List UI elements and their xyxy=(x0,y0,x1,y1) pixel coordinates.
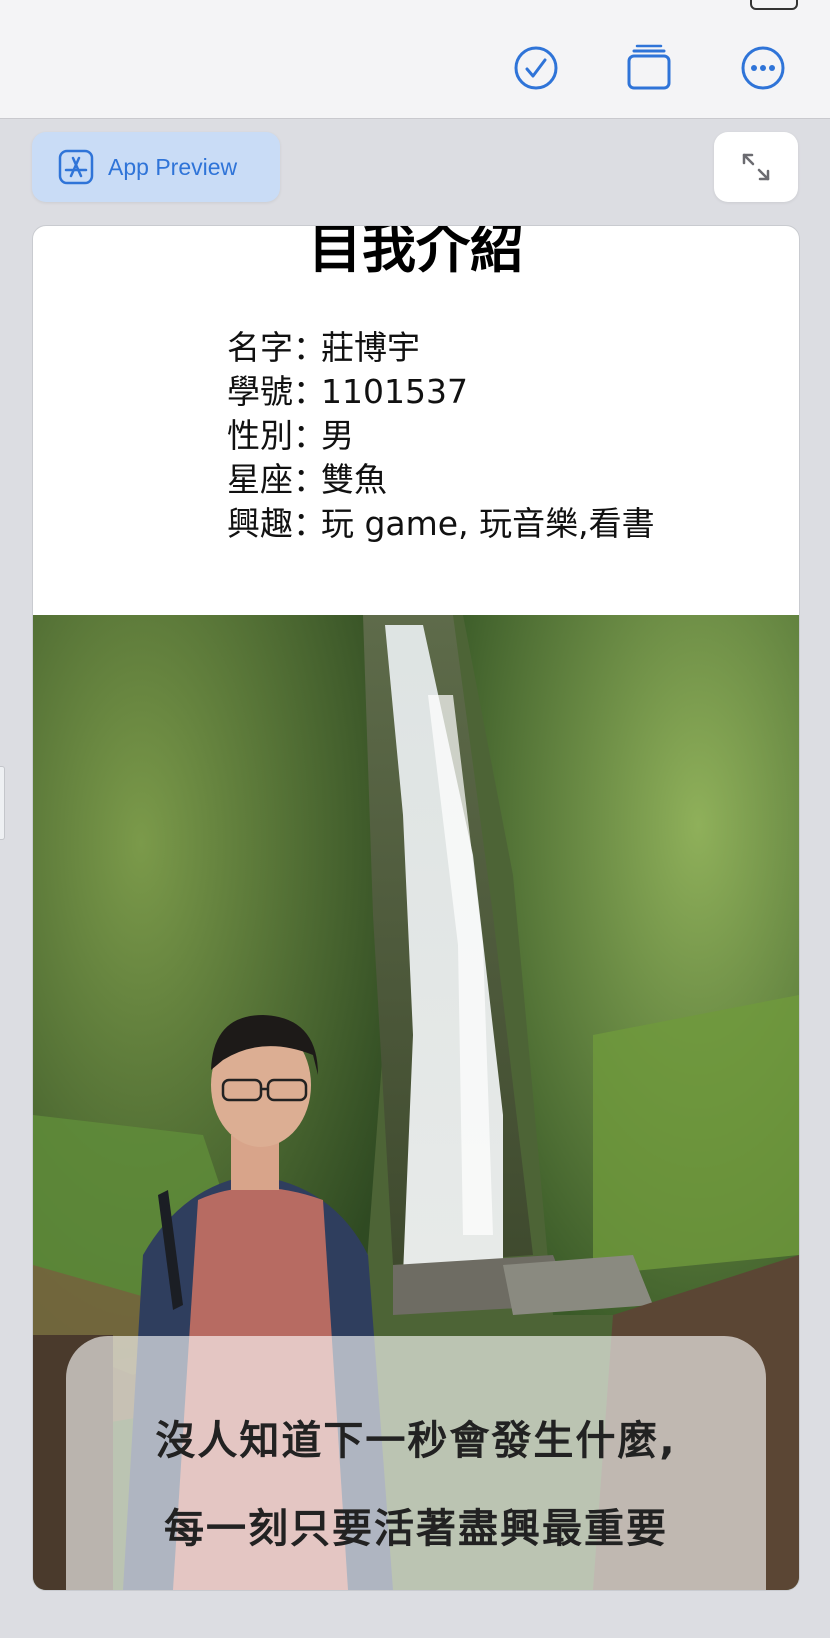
battery-icon xyxy=(750,0,798,10)
app-preview-button[interactable]: App Preview xyxy=(32,132,280,202)
info-row-hobbies: 興趣 ： 玩 game, 玩音樂,看書 xyxy=(193,502,655,546)
stacked-windows-icon[interactable] xyxy=(625,44,673,92)
info-colon: ： xyxy=(293,328,326,367)
expand-arrows-icon xyxy=(739,150,773,184)
info-label: 學號 xyxy=(227,372,293,411)
info-colon: ： xyxy=(293,372,326,411)
info-colon: ： xyxy=(293,504,326,543)
app-preview-card: 目我介紹 名字 ： 莊博宇 學號 ： 1101537 性別 ： 男 星座 ： 雙… xyxy=(32,225,800,1591)
app-store-icon xyxy=(58,149,94,185)
info-row-zodiac: 星座 ： 雙魚 xyxy=(193,458,655,502)
info-row-student-id: 學號 ： 1101537 xyxy=(193,370,655,414)
profile-info: 名字 ： 莊博宇 學號 ： 1101537 性別 ： 男 星座 ： 雙魚 興趣 … xyxy=(193,326,655,546)
info-value: 男 xyxy=(321,416,354,455)
info-value: 雙魚 xyxy=(321,460,387,499)
quote-line-2: 每一刻只要活著盡興最重要 xyxy=(164,1506,668,1552)
info-label: 星座 xyxy=(227,460,293,499)
quote-line-1: 沒人知道下一秒會發生什麼, xyxy=(155,1418,677,1464)
info-colon: ： xyxy=(293,416,326,455)
quote-panel: 沒人知道下一秒會發生什麼, 每一刻只要活著盡興最重要 xyxy=(66,1336,766,1590)
info-row-gender: 性別 ： 男 xyxy=(193,414,655,458)
info-row-name: 名字 ： 莊博宇 xyxy=(193,326,655,370)
info-label: 興趣 xyxy=(227,504,293,543)
ellipsis-circle-icon[interactable] xyxy=(739,44,787,92)
info-colon: ： xyxy=(293,460,326,499)
top-toolbar xyxy=(0,0,830,119)
info-value: 1101537 xyxy=(321,372,468,411)
checkmark-circle-icon[interactable] xyxy=(512,44,560,92)
page-title: 目我介紹 xyxy=(308,225,524,280)
info-label: 名字 xyxy=(227,328,293,367)
info-value: 玩 game, 玩音樂,看書 xyxy=(321,504,655,543)
info-label: 性別 xyxy=(227,416,293,455)
expand-button[interactable] xyxy=(714,132,798,202)
info-value: 莊博宇 xyxy=(321,328,420,367)
sidebar-handle[interactable] xyxy=(0,766,5,840)
app-preview-label: App Preview xyxy=(108,153,238,180)
